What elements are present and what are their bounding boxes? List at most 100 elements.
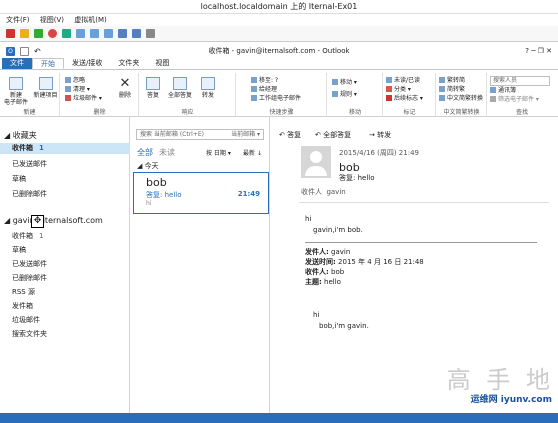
body-line-1: hi <box>305 215 312 223</box>
folder-search[interactable]: 搜索文件夹 <box>12 329 47 340</box>
move-button[interactable]: 移动 ▾ <box>332 79 357 87</box>
quickstep-team-email[interactable]: 工作组电子邮件 <box>251 95 301 103</box>
group-quicksteps: 移至: ? 给经理 工作组电子邮件 快速步骤 <box>237 73 327 117</box>
cleanup-button[interactable]: 清理 ▾ <box>65 86 90 94</box>
group-today-header[interactable]: ◢ 今天 <box>137 161 159 171</box>
tab-file[interactable]: 文件 <box>2 58 32 69</box>
settings-icon[interactable] <box>146 29 155 38</box>
vm-menu-machine[interactable]: 虚拟机(M) <box>74 16 107 24</box>
favorites-header[interactable]: ◢ 收藏夹 <box>4 130 37 141</box>
snapshot-icon[interactable] <box>76 29 85 38</box>
junk-button[interactable]: 垃圾邮件 ▾ <box>65 95 102 103</box>
ignore-button[interactable]: 忽略 <box>65 77 85 85</box>
avatar <box>301 146 331 178</box>
folder-rss[interactable]: RSS 源 <box>12 287 35 298</box>
reading-reply-button[interactable]: ↶ 答复 <box>279 131 301 140</box>
message-date: 2015/4/16 (周四) 21:49 <box>339 149 419 157</box>
search-mailbox-input[interactable]: 搜索 当前邮箱 (Ctrl+E) 当前邮箱 ▾ <box>136 129 264 140</box>
outlook-window-title: 收件箱 - gavin@iternalsoft.com - Outlook <box>208 47 350 55</box>
recipient-line: 收件人 gavin <box>301 188 346 196</box>
trad-to-simp-button[interactable]: 繁转简 <box>439 77 465 85</box>
tab-view[interactable]: 视图 <box>147 58 177 69</box>
folder-fav-deleted[interactable]: 已删除邮件 <box>12 189 47 200</box>
folder-drafts[interactable]: 草稿 <box>12 245 26 256</box>
window-controls[interactable]: ? ─ ❐ ✕ <box>525 44 552 58</box>
address-book-button[interactable]: 通讯簿 <box>490 87 516 95</box>
folder-fav-inbox[interactable]: 收件箱 1 <box>12 143 44 154</box>
revert-icon[interactable] <box>90 29 99 38</box>
vm-menu-bar: 文件(F) 视图(V) 虚拟机(M) <box>0 14 558 26</box>
forward-icon <box>201 77 215 90</box>
filter-email-button[interactable]: 筛选电子邮件 ▾ <box>490 96 539 104</box>
quoted-subject: 主题: hello <box>305 278 341 286</box>
reading-subject: 答复: hello <box>339 174 375 182</box>
reply-all-button[interactable]: 全部答复 <box>165 77 195 99</box>
folder-inbox[interactable]: 收件箱 1 <box>12 231 43 242</box>
quoted-body-line-2: bob,i'm gavin. <box>319 322 369 330</box>
folder-deleted[interactable]: 已删除邮件 <box>12 273 47 284</box>
folder-fav-sent[interactable]: 已发送邮件 <box>12 159 47 170</box>
group-chinese-conversion: 繁转简 简转繁 中文简繁转换 中文简繁转换 <box>437 73 487 117</box>
message-sender: bob <box>146 176 167 189</box>
header-divider <box>299 202 549 203</box>
vm-menu-file[interactable]: 文件(F) <box>6 16 30 24</box>
fullscreen-icon[interactable] <box>132 29 141 38</box>
reply-icon <box>146 77 160 90</box>
send-keys-icon[interactable] <box>118 29 127 38</box>
reset-icon[interactable] <box>62 29 71 38</box>
group-respond: 答复 全部答复 转发 响应 <box>140 73 236 117</box>
folder-pane: ◢ 收藏夹 收件箱 1 已发送邮件 草稿 已删除邮件 ◢ gavin@iterna… <box>0 117 130 413</box>
account-header[interactable]: ◢ gavin@iternalsoft.com <box>4 216 103 225</box>
quickstep-move-to[interactable]: 移至: ? <box>251 77 278 85</box>
message-item[interactable]: bob 答复: hello 21:49 hi <box>133 172 269 214</box>
forward-button[interactable]: 转发 <box>196 77 220 99</box>
group-new: 新建 电子邮件 新建项目 新建 <box>0 73 60 117</box>
play-icon[interactable] <box>34 29 43 38</box>
reading-reply-all-button[interactable]: ↶ 全部答复 <box>315 131 351 140</box>
new-items-button[interactable]: 新建项目 <box>32 77 59 99</box>
reading-forward-button[interactable]: → 转发 <box>369 131 391 140</box>
tab-folder[interactable]: 文件夹 <box>110 58 147 69</box>
power-icon[interactable] <box>48 29 57 38</box>
simp-to-trad-button[interactable]: 简转繁 <box>439 86 465 94</box>
vm-title-bar: localhost.localdomain 上的 Iternal-Ex01 <box>0 0 558 14</box>
delete-button[interactable]: ✕ 删除 <box>113 77 137 99</box>
quoted-to: 收件人: bob <box>305 268 345 276</box>
unread-read-button[interactable]: 未读/已读 <box>386 77 420 85</box>
watermark-site: 运维网 iyunv.com <box>470 395 552 405</box>
search-people-input[interactable]: 搜索人员 <box>490 76 550 86</box>
group-move: 移动 ▾ 规则 ▾ 移动 <box>328 73 383 117</box>
folder-sent[interactable]: 已发送邮件 <box>12 259 47 270</box>
filter-all[interactable]: 全部 <box>137 147 153 158</box>
quickstep-manager[interactable]: 给经理 <box>251 86 277 94</box>
chinese-conversion-button[interactable]: 中文简繁转换 <box>439 95 483 103</box>
tab-send-receive[interactable]: 发送/接收 <box>64 58 110 69</box>
followup-button[interactable]: 后续标志 ▾ <box>386 95 423 103</box>
vm-menu-view[interactable]: 视图(V) <box>40 16 64 24</box>
ribbon: 新建 电子邮件 新建项目 新建 忽略 清理 ▾ 垃圾邮件 ▾ ✕ 删除 删除 答复… <box>0 71 558 117</box>
message-preview: hi <box>146 200 152 207</box>
new-email-button[interactable]: 新建 电子邮件 <box>4 77 28 106</box>
folder-fav-drafts[interactable]: 草稿 <box>12 174 26 185</box>
pause-icon[interactable] <box>20 29 29 38</box>
categorize-button[interactable]: 分类 ▾ <box>386 86 411 94</box>
sort-by-date[interactable]: 按 日期 ▾ <box>206 148 231 157</box>
body-line-2: gavin,i'm bob. <box>313 226 363 234</box>
group-tags: 未读/已读 分类 ▾ 后续标志 ▾ 标记 <box>384 73 436 117</box>
message-subject: 答复: hello <box>146 191 182 199</box>
quoted-body-line-1: hi <box>313 311 320 319</box>
new-email-icon <box>9 77 23 90</box>
reply-button[interactable]: 答复 <box>141 77 165 99</box>
move-cursor-icon: ✥ <box>31 215 44 228</box>
rules-button[interactable]: 规则 ▾ <box>332 91 357 99</box>
folder-outbox[interactable]: 发件箱 <box>12 301 33 312</box>
stop-icon[interactable] <box>6 29 15 38</box>
folder-junk[interactable]: 垃圾邮件 <box>12 315 40 326</box>
filter-unread[interactable]: 未读 <box>159 147 175 158</box>
group-find: 搜索人员 通讯簿 筛选电子邮件 ▾ 查找 <box>488 73 556 117</box>
tab-home[interactable]: 开始 <box>32 58 64 69</box>
sort-order[interactable]: 最新 ↓ <box>243 148 262 157</box>
reading-sender: bob <box>339 161 360 174</box>
group-delete: 忽略 清理 ▾ 垃圾邮件 ▾ ✕ 删除 删除 <box>61 73 139 117</box>
manage-icon[interactable] <box>104 29 113 38</box>
